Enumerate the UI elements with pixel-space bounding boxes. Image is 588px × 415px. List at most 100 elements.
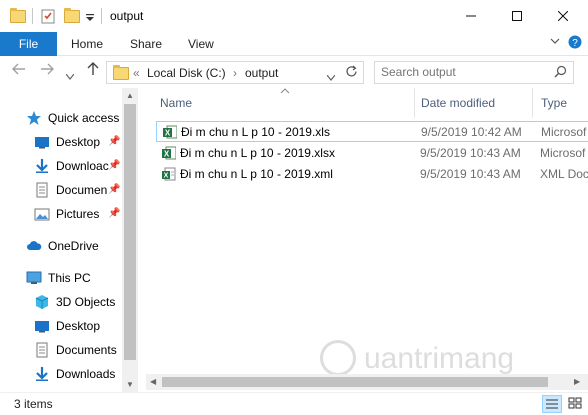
- file-tab[interactable]: File: [0, 32, 57, 56]
- close-button[interactable]: [540, 0, 586, 32]
- sidebar-item-label: Desktop: [56, 319, 101, 333]
- scroll-up-icon[interactable]: ▲: [122, 91, 138, 100]
- navigation-bar: « Local Disk (C:) › output: [0, 56, 588, 88]
- file-date: 9/5/2019 10:43 AM: [420, 167, 521, 181]
- file-row[interactable]: X Đi m chu n L p 10 - 2019.xls 9/5/2019 …: [156, 121, 588, 142]
- forward-button[interactable]: [40, 62, 54, 81]
- scroll-left-icon[interactable]: ◀: [150, 377, 156, 386]
- cloud-icon: [26, 238, 42, 254]
- file-row[interactable]: X Đi m chu n L p 10 - 2019.xml 9/5/2019 …: [156, 164, 588, 185]
- documents-icon: [34, 342, 50, 358]
- tab-view[interactable]: View: [188, 37, 214, 51]
- sidebar-item-onedrive[interactable]: OneDrive: [26, 236, 99, 256]
- sidebar-item-label: Documen: [56, 183, 108, 197]
- sidebar-item-pictures[interactable]: Pictures: [34, 204, 99, 224]
- customize-toolbar-icon[interactable]: [86, 11, 94, 25]
- sidebar-item-quick-access[interactable]: Quick access: [26, 108, 119, 128]
- large-icons-view-icon[interactable]: [566, 395, 586, 413]
- title-divider: [101, 8, 102, 24]
- svg-text:X: X: [164, 150, 170, 159]
- excel-file-icon: X: [162, 146, 177, 160]
- sidebar-item-label: Downloads: [56, 367, 116, 381]
- desktop-icon: [34, 134, 50, 150]
- sidebar-item-label: 3D Objects: [56, 295, 116, 309]
- downloads-icon: [34, 366, 50, 382]
- column-divider[interactable]: [532, 88, 533, 118]
- svg-text:X: X: [164, 173, 169, 180]
- window-title: output: [110, 9, 144, 23]
- recent-locations-icon[interactable]: [65, 67, 75, 85]
- sidebar-item-documents[interactable]: Documen: [34, 180, 107, 200]
- pin-icon: 📌: [108, 136, 121, 147]
- file-date: 9/5/2019 10:43 AM: [420, 146, 521, 160]
- horizontal-scrollbar[interactable]: ◀ ▶: [146, 374, 588, 390]
- computer-icon: [26, 270, 42, 286]
- sidebar-item-label: Downloac: [56, 159, 109, 173]
- sidebar-item-this-pc[interactable]: This PC: [26, 268, 91, 288]
- svg-text:X: X: [165, 129, 171, 138]
- sidebar-item-label: Pictures: [56, 207, 100, 221]
- column-header-name[interactable]: Name: [160, 96, 192, 110]
- up-button[interactable]: [86, 62, 100, 81]
- file-name: Đi m chu n L p 10 - 2019.xls: [181, 125, 330, 139]
- sidebar-item-downloads-pc[interactable]: Downloads: [34, 364, 115, 384]
- file-type: XML Doc: [540, 167, 588, 181]
- excel-file-icon: X: [163, 125, 178, 139]
- scrollbar-thumb[interactable]: [124, 104, 136, 360]
- file-type: Microsof: [540, 146, 586, 160]
- title-divider: [32, 8, 33, 24]
- scroll-right-icon[interactable]: ▶: [574, 377, 580, 386]
- pictures-icon: [34, 206, 50, 222]
- column-header-date-modified[interactable]: Date modified: [421, 96, 495, 110]
- tab-home[interactable]: Home: [71, 37, 103, 51]
- scroll-down-icon[interactable]: ▼: [122, 380, 138, 389]
- sidebar-item-label: Quick access: [48, 111, 120, 125]
- file-date: 9/5/2019 10:42 AM: [421, 125, 522, 139]
- sidebar-item-desktop[interactable]: Desktop: [34, 132, 100, 152]
- scrollbar-thumb[interactable]: [162, 377, 548, 387]
- status-bar: 3 items: [0, 392, 588, 415]
- details-view-icon[interactable]: [542, 395, 562, 413]
- column-header-type[interactable]: Type: [541, 96, 567, 110]
- title-bar: output: [0, 0, 588, 32]
- sidebar-item-label: Documents: [56, 343, 117, 357]
- breadcrumb-local-disk[interactable]: Local Disk (C:): [147, 66, 226, 80]
- folder-icon: [113, 65, 129, 80]
- pin-icon: 📌: [108, 208, 121, 219]
- navigation-pane-scrollbar[interactable]: ▲ ▼: [122, 88, 138, 394]
- file-name: Đi m chu n L p 10 - 2019.xlsx: [180, 146, 335, 160]
- breadcrumb-separator[interactable]: ›: [233, 66, 237, 80]
- address-bar[interactable]: « Local Disk (C:) › output: [106, 61, 364, 84]
- file-name: Đi m chu n L p 10 - 2019.xml: [180, 167, 333, 181]
- sidebar-item-label: This PC: [48, 271, 91, 285]
- search-input[interactable]: [381, 65, 551, 79]
- breadcrumb-overflow[interactable]: «: [133, 66, 140, 80]
- pin-icon: 📌: [108, 160, 121, 171]
- pin-icon: 📌: [108, 184, 121, 195]
- back-button[interactable]: [12, 62, 26, 81]
- breadcrumb-output[interactable]: output: [245, 66, 278, 80]
- navigation-pane: Quick access Desktop 📌 Downloac 📌 Docume…: [0, 88, 138, 394]
- search-box[interactable]: [374, 61, 574, 84]
- file-row[interactable]: X Đi m chu n L p 10 - 2019.xlsx 9/5/2019…: [156, 143, 588, 164]
- sidebar-item-desktop-pc[interactable]: Desktop: [34, 316, 100, 336]
- column-divider[interactable]: [414, 88, 415, 118]
- svg-text:?: ?: [572, 38, 578, 49]
- sidebar-item-documents-pc[interactable]: Documents: [34, 340, 117, 360]
- sidebar-item-downloads[interactable]: Downloac: [34, 156, 109, 176]
- tab-share[interactable]: Share: [130, 37, 162, 51]
- maximize-button[interactable]: [494, 0, 540, 32]
- ribbon: File Home Share View ?: [0, 32, 588, 56]
- expand-ribbon-icon[interactable]: [550, 36, 560, 49]
- help-icon[interactable]: ?: [568, 35, 582, 52]
- item-count: 3 items: [14, 397, 53, 411]
- search-icon: [554, 65, 567, 81]
- sidebar-item-label: Desktop: [56, 135, 101, 149]
- address-dropdown-icon[interactable]: [326, 70, 336, 84]
- documents-icon: [34, 182, 50, 198]
- downloads-icon: [34, 158, 50, 174]
- sidebar-item-3d-objects[interactable]: 3D Objects: [34, 292, 115, 312]
- refresh-icon[interactable]: [345, 65, 358, 81]
- minimize-button[interactable]: [448, 0, 494, 32]
- properties-icon[interactable]: [40, 8, 56, 27]
